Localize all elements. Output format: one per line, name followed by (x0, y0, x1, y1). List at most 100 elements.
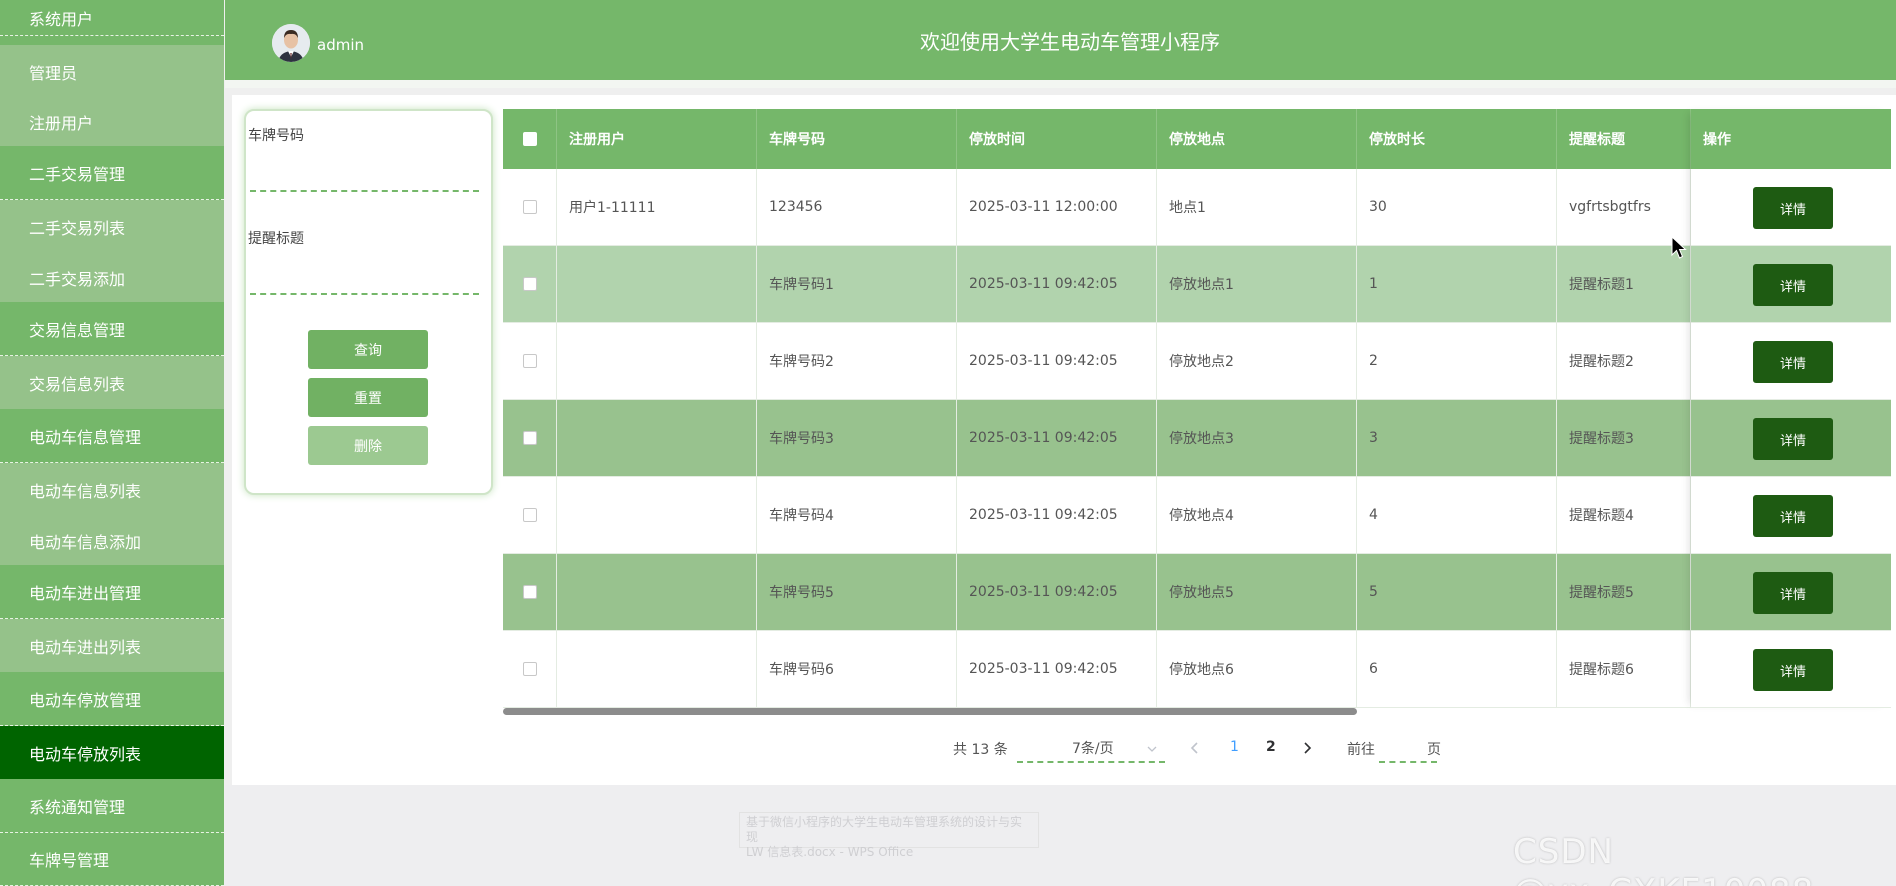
cell-plate: 车牌号码6 (757, 631, 957, 708)
detail-button[interactable]: 详情 (1753, 187, 1833, 229)
cell-reminder: vgfrtsbgtfrs (1557, 169, 1691, 246)
column-header-location[interactable]: 停放地点 (1157, 109, 1357, 169)
cell-duration: 6 (1357, 631, 1557, 708)
cell-time: 2025-03-11 09:42:05 (957, 477, 1157, 554)
row-checkbox[interactable] (522, 277, 537, 291)
row-select-cell (503, 631, 557, 708)
page-size-select[interactable]: 7条/页 (1017, 735, 1165, 763)
sidebar-item[interactable]: 电动车停放列表 (0, 726, 224, 779)
sidebar-item[interactable]: 电动车进出管理 (0, 565, 224, 619)
reminder-title-input[interactable] (250, 293, 479, 295)
sidebar-item[interactable]: 二手交易列表 (0, 200, 224, 253)
sidebar-item[interactable]: 电动车信息列表 (0, 463, 224, 516)
sidebar-item[interactable]: 交易信息列表 (0, 356, 224, 409)
taskbar-preview-watermark: 基于微信小程序的大学生电动车管理系统的设计与实现 LW 信息表.docx - W… (739, 812, 1039, 859)
cell-plate: 车牌号码4 (757, 477, 957, 554)
prev-page-chevron-left-icon[interactable] (1190, 741, 1200, 755)
sidebar-item[interactable]: 二手交易管理 (0, 146, 224, 200)
cell-time: 2025-03-11 09:42:05 (957, 246, 1157, 323)
row-checkbox[interactable] (522, 200, 537, 214)
cell-plate: 123456 (757, 169, 957, 246)
cell-actions: 详情 (1691, 631, 1891, 708)
sidebar-item[interactable]: 车牌号管理 (0, 833, 224, 886)
sidebar-item[interactable]: 注册用户 (0, 98, 224, 146)
sidebar-item[interactable]: 管理员 (0, 45, 224, 98)
cell-user (557, 400, 757, 477)
user-avatar[interactable] (272, 24, 310, 62)
cell-location: 停放地点3 (1157, 400, 1357, 477)
column-header-reminder[interactable]: 提醒标题 (1557, 109, 1691, 169)
next-page-chevron-right-icon[interactable] (1302, 741, 1312, 755)
page-number-2[interactable]: 2 (1266, 739, 1276, 755)
cell-actions: 详情 (1691, 323, 1891, 400)
row-checkbox[interactable] (522, 354, 537, 368)
cell-plate: 车牌号码3 (757, 400, 957, 477)
cell-plate: 车牌号码5 (757, 554, 957, 631)
cell-location: 停放地点6 (1157, 631, 1357, 708)
cell-location: 地点1 (1157, 169, 1357, 246)
watermark-doc-line1: 基于微信小程序的大学生电动车管理系统的设计与实现 (746, 815, 1023, 844)
table-row[interactable]: 用户1-11111 123456 2025-03-11 12:00:00 地点1 30 v… (503, 169, 1891, 246)
cell-time: 2025-03-11 09:42:05 (957, 400, 1157, 477)
cell-time: 2025-03-11 09:42:05 (957, 554, 1157, 631)
cell-reminder: 提醒标题2 (1557, 323, 1691, 400)
detail-button[interactable]: 详情 (1753, 572, 1833, 614)
cell-location: 停放地点4 (1157, 477, 1357, 554)
detail-button[interactable]: 详情 (1753, 418, 1833, 460)
sidebar-item[interactable]: 交易信息管理 (0, 302, 224, 356)
column-header-user[interactable]: 注册用户 (557, 109, 757, 169)
sidebar-item[interactable]: 电动车信息管理 (0, 409, 224, 463)
column-header-actions: 操作 (1703, 132, 1731, 148)
row-checkbox[interactable] (522, 662, 537, 676)
detail-button[interactable]: 详情 (1753, 495, 1833, 537)
row-checkbox[interactable] (522, 431, 537, 445)
cell-location: 停放地点1 (1157, 246, 1357, 323)
table-row[interactable]: 车牌号码4 2025-03-11 09:42:05 停放地点4 4 提醒标题4 详情 (503, 477, 1891, 554)
column-header-time[interactable]: 停放时间 (957, 109, 1157, 169)
reset-button[interactable]: 重置 (308, 378, 428, 417)
cell-actions: 详情 (1691, 169, 1891, 246)
row-checkbox[interactable] (522, 508, 537, 522)
detail-button[interactable]: 详情 (1753, 264, 1833, 306)
cell-user (557, 246, 757, 323)
watermark-doc-line2: LW 信息表.docx - WPS Office (746, 845, 914, 859)
sidebar-item[interactable]: 二手交易添加 (0, 253, 224, 302)
cell-actions: 详情 (1691, 477, 1891, 554)
column-header-duration[interactable]: 停放时长 (1357, 109, 1557, 169)
cell-user (557, 631, 757, 708)
sidebar: 系统用户管理员 注册用户 二手交易管理 二手交易列表 二手交易添加 交易信息管理 交易信息列… (0, 0, 224, 886)
cell-duration: 2 (1357, 323, 1557, 400)
cell-reminder: 提醒标题6 (1557, 631, 1691, 708)
sidebar-item[interactable]: 电动车停放管理 (0, 672, 224, 726)
mouse-cursor-icon (1671, 236, 1687, 259)
table-row[interactable]: 车牌号码2 2025-03-11 09:42:05 停放地点2 2 提醒标题2 详情 (503, 323, 1891, 400)
select-all-checkbox[interactable] (522, 132, 537, 146)
plate-number-input[interactable] (250, 190, 479, 192)
row-select-cell (503, 246, 557, 323)
cell-user: 用户1-11111 (557, 169, 757, 246)
select-all-cell (503, 109, 557, 169)
cell-reminder: 提醒标题5 (1557, 554, 1691, 631)
page-suffix-label: 页 (1427, 742, 1441, 758)
cell-duration: 3 (1357, 400, 1557, 477)
row-select-cell (503, 554, 557, 631)
cell-location: 停放地点2 (1157, 323, 1357, 400)
sidebar-item[interactable]: 系统用户 (0, 0, 224, 36)
page-title: 欢迎使用大学生电动车管理小程序 (920, 30, 1220, 54)
sidebar-item[interactable]: 系统通知管理 (0, 779, 224, 833)
query-button[interactable]: 查询 (308, 330, 428, 369)
cell-time: 2025-03-11 12:00:00 (957, 169, 1157, 246)
delete-button[interactable]: 删除 (308, 426, 428, 465)
detail-button[interactable]: 详情 (1753, 341, 1833, 383)
table-row[interactable]: 车牌号码5 2025-03-11 09:42:05 停放地点5 5 提醒标题5 详情 (503, 554, 1891, 631)
sidebar-item[interactable]: 电动车进出列表 (0, 619, 224, 672)
detail-button[interactable]: 详情 (1753, 649, 1833, 691)
page-number-1[interactable]: 1 (1230, 739, 1239, 755)
column-header-plate[interactable]: 车牌号码 (757, 109, 957, 169)
horizontal-scrollbar[interactable] (503, 708, 1357, 715)
cell-actions: 详情 (1691, 554, 1891, 631)
table-row[interactable]: 车牌号码3 2025-03-11 09:42:05 停放地点3 3 提醒标题3 详情 (503, 400, 1891, 477)
sidebar-item[interactable]: 电动车信息添加 (0, 516, 224, 565)
row-checkbox[interactable] (522, 585, 537, 599)
table-row[interactable]: 车牌号码6 2025-03-11 09:42:05 停放地点6 6 提醒标题6 详情 (503, 631, 1891, 708)
